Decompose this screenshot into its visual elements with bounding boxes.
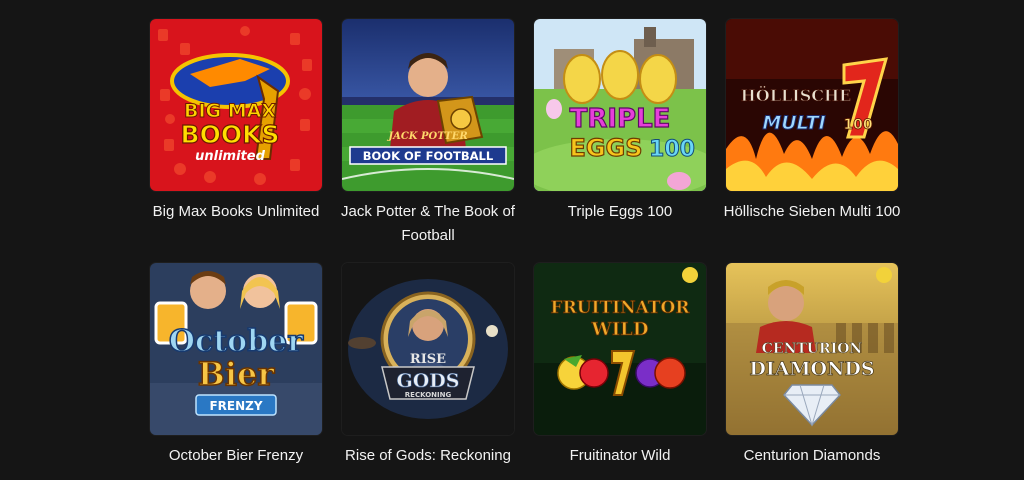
game-card-centurion-diamonds[interactable]: CENTURION DIAMONDS Centurion Diamonds bbox=[726, 263, 898, 468]
game-grid: BIG MAX BOOKS unlimited Big Max Books Un… bbox=[0, 0, 1024, 480]
svg-text:BIG MAX: BIG MAX bbox=[184, 100, 276, 122]
big-max-books-artwork: BIG MAX BOOKS unlimited bbox=[150, 19, 322, 191]
game-card-rise-of-gods-reckoning[interactable]: RISE GODS RECKONING Rise of Gods: Reckon… bbox=[342, 263, 514, 468]
svg-text:TRIPLE: TRIPLE bbox=[570, 104, 671, 134]
fruitinator-wild-artwork: FRUITINATOR WILD bbox=[534, 263, 706, 435]
rise-of-gods-artwork: RISE GODS RECKONING bbox=[342, 263, 514, 435]
game-title[interactable]: Big Max Books Unlimited bbox=[138, 200, 334, 224]
svg-text:JACK POTTER: JACK POTTER bbox=[386, 131, 467, 142]
game-title[interactable]: Triple Eggs 100 bbox=[522, 200, 718, 224]
game-thumbnail[interactable]: HÖLLISCHE MULTI 100 bbox=[726, 19, 898, 191]
svg-text:RECKONING: RECKONING bbox=[405, 391, 452, 399]
game-card-october-bier-frenzy[interactable]: October Bier FRENZY October Bier Frenzy bbox=[150, 263, 322, 468]
centurion-diamonds-artwork: CENTURION DIAMONDS bbox=[726, 263, 898, 435]
game-thumbnail[interactable]: CENTURION DIAMONDS bbox=[726, 263, 898, 435]
svg-text:October: October bbox=[169, 324, 304, 359]
svg-text:100: 100 bbox=[649, 137, 695, 162]
svg-text:CENTURION: CENTURION bbox=[762, 341, 863, 357]
game-thumbnail[interactable]: JACK POTTER BOOK OF FOOTBALL bbox=[342, 19, 514, 191]
game-title[interactable]: Centurion Diamonds bbox=[714, 444, 910, 468]
svg-text:MULTI: MULTI bbox=[762, 112, 825, 134]
triple-eggs-artwork: TRIPLE EGGS 100 bbox=[534, 19, 706, 191]
hollische-sieben-artwork: HÖLLISCHE MULTI 100 bbox=[726, 19, 898, 191]
game-thumbnail[interactable]: BIG MAX BOOKS unlimited bbox=[150, 19, 322, 191]
game-title[interactable]: Rise of Gods: Reckoning bbox=[330, 444, 526, 468]
game-thumbnail[interactable]: October Bier FRENZY bbox=[150, 263, 322, 435]
october-bier-artwork: October Bier FRENZY bbox=[150, 263, 322, 435]
game-title[interactable]: Jack Potter & The Book of Football bbox=[330, 200, 526, 248]
svg-text:GODS: GODS bbox=[397, 370, 460, 392]
svg-text:BOOK OF FOOTBALL: BOOK OF FOOTBALL bbox=[363, 149, 494, 163]
game-thumbnail[interactable]: RISE GODS RECKONING bbox=[342, 263, 514, 435]
svg-text:EGGS: EGGS bbox=[569, 134, 642, 162]
svg-text:FRENZY: FRENZY bbox=[209, 399, 262, 413]
svg-text:Bier: Bier bbox=[198, 355, 276, 393]
svg-text:HÖLLISCHE: HÖLLISCHE bbox=[741, 85, 852, 105]
svg-text:WILD: WILD bbox=[591, 319, 649, 340]
svg-text:FRUITINATOR: FRUITINATOR bbox=[551, 298, 691, 318]
game-title[interactable]: Fruitinator Wild bbox=[522, 444, 718, 468]
game-card-triple-eggs-100[interactable]: TRIPLE EGGS 100 Triple Eggs 100 bbox=[534, 19, 706, 224]
jack-potter-artwork: JACK POTTER BOOK OF FOOTBALL bbox=[342, 19, 514, 191]
svg-text:BOOKS: BOOKS bbox=[181, 120, 280, 149]
game-card-fruitinator-wild[interactable]: FRUITINATOR WILD Fruitinator Wild bbox=[534, 263, 706, 468]
game-thumbnail[interactable]: TRIPLE EGGS 100 bbox=[534, 19, 706, 191]
game-card-jack-potter-book-of-football[interactable]: JACK POTTER BOOK OF FOOTBALL Jack Potter… bbox=[341, 19, 515, 248]
game-thumbnail[interactable]: FRUITINATOR WILD bbox=[534, 263, 706, 435]
game-title[interactable]: October Bier Frenzy bbox=[138, 444, 334, 468]
svg-text:DIAMONDS: DIAMONDS bbox=[749, 358, 874, 380]
svg-text:100: 100 bbox=[843, 117, 872, 133]
svg-text:RISE: RISE bbox=[410, 352, 446, 367]
game-title[interactable]: Höllische Sieben Multi 100 bbox=[714, 200, 910, 224]
game-card-hollische-sieben-multi-100[interactable]: HÖLLISCHE MULTI 100 Höllische Sieben Mul… bbox=[724, 19, 900, 224]
game-card-big-max-books-unlimited[interactable]: BIG MAX BOOKS unlimited Big Max Books Un… bbox=[150, 19, 322, 224]
svg-text:unlimited: unlimited bbox=[195, 149, 265, 164]
